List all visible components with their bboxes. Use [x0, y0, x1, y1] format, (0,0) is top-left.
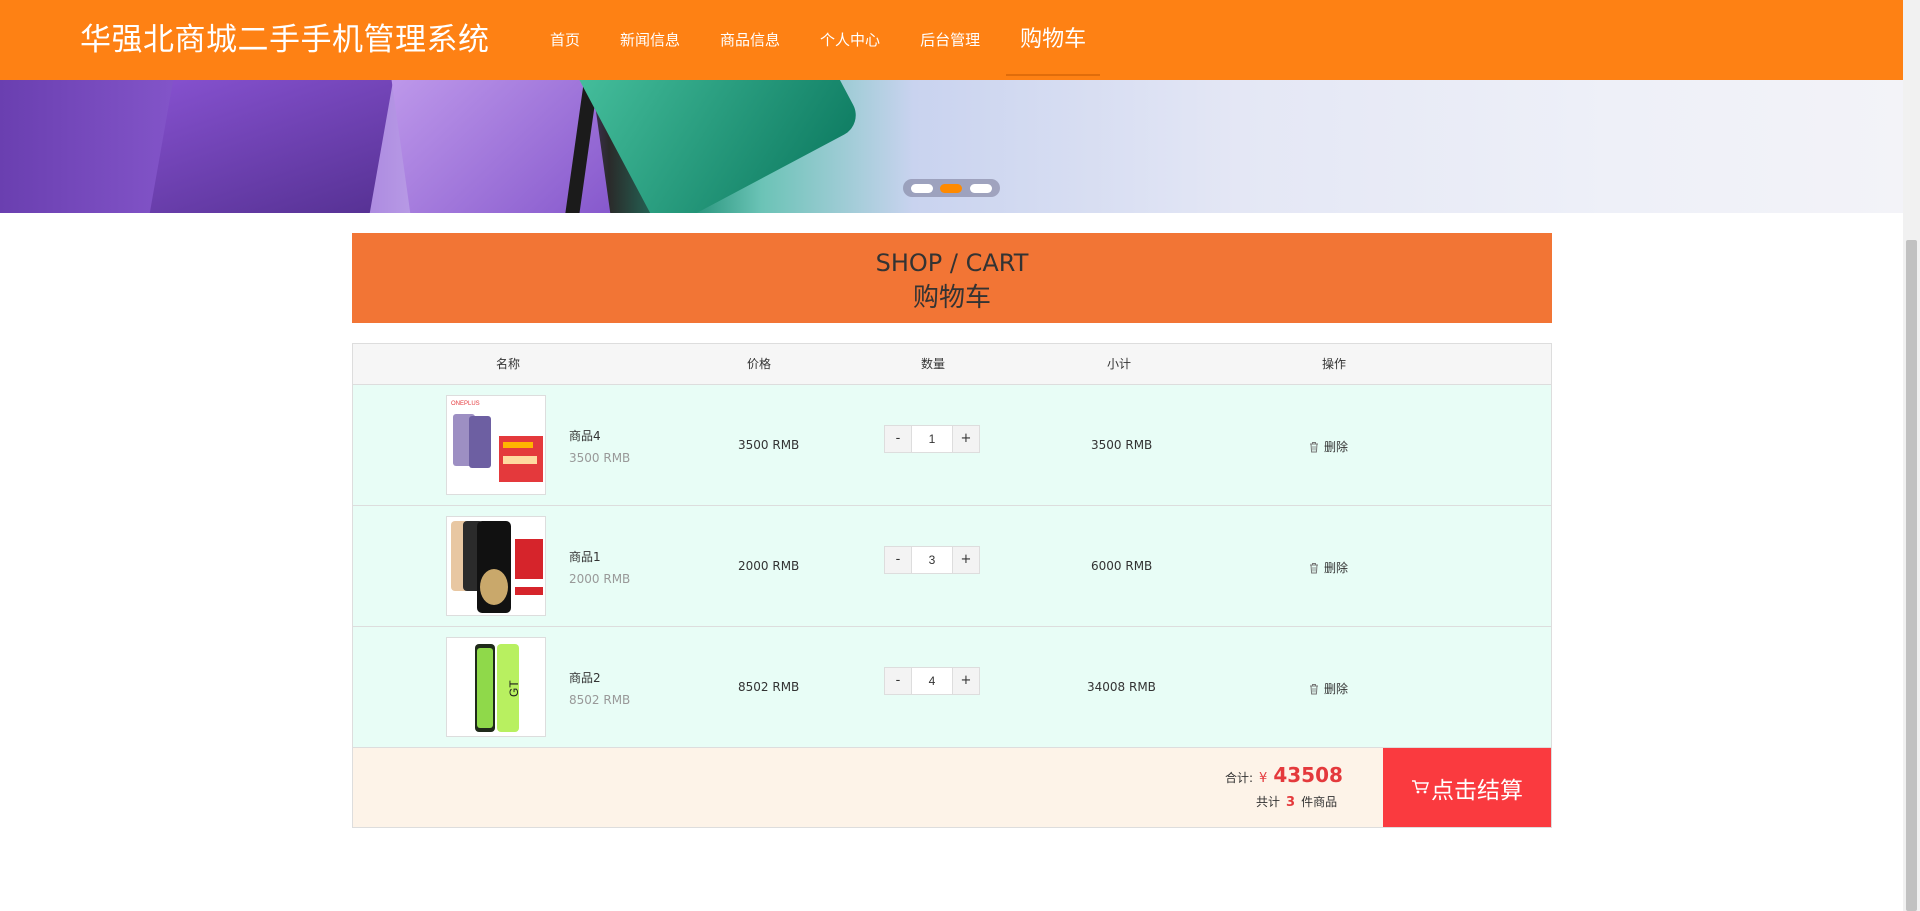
quantity-stepper: - + — [884, 667, 980, 695]
count-suffix: 件商品 — [1301, 795, 1338, 809]
nav-item-profile[interactable]: 个人中心 — [800, 0, 900, 80]
cart-summary: 合计: ¥ 43508 共计 3 件商品 点击结算 — [353, 748, 1551, 827]
increase-quantity-button[interactable]: + — [952, 425, 980, 453]
increase-quantity-button[interactable]: + — [952, 667, 980, 695]
quantity-input[interactable] — [912, 425, 952, 453]
product-unit-price: 3500 RMB — [569, 451, 631, 465]
checkout-button[interactable]: 点击结算 — [1383, 748, 1551, 827]
delete-button[interactable]: 删除 — [1308, 680, 1348, 697]
product-price: 3500 RMB — [738, 438, 800, 452]
table-row: GT 商品2 8502 RMB 8502 RMB - + 34008 RMB 删… — [353, 627, 1551, 748]
nav-item-news[interactable]: 新闻信息 — [600, 0, 700, 80]
nav-item-cart[interactable]: 购物车 — [1000, 0, 1106, 80]
delete-label: 删除 — [1324, 561, 1349, 575]
decrease-quantity-button[interactable]: - — [884, 425, 912, 453]
vertical-scrollbar[interactable] — [1903, 0, 1920, 911]
quantity-stepper: - + — [884, 425, 980, 453]
carousel-indicators — [903, 179, 1000, 197]
quantity-input[interactable] — [912, 667, 952, 695]
page-heading: SHOP / CART 购物车 — [352, 233, 1552, 323]
product-subtotal: 34008 RMB — [1087, 680, 1156, 694]
increase-quantity-button[interactable]: + — [952, 546, 980, 574]
site-title: 华强北商城二手手机管理系统 — [80, 22, 490, 58]
product-name[interactable]: 商品1 — [569, 548, 601, 565]
carousel-dot-1[interactable] — [910, 183, 933, 193]
nav-item-home[interactable]: 首页 — [530, 0, 600, 80]
product-subtotal: 6000 RMB — [1091, 559, 1153, 573]
banner-phone-graphic — [566, 80, 864, 213]
column-header-quantity: 数量 — [921, 357, 946, 371]
page-heading-cn: 购物车 — [912, 283, 991, 313]
product-subtotal: 3500 RMB — [1091, 438, 1153, 452]
column-header-action: 操作 — [1322, 357, 1347, 371]
product-name[interactable]: 商品2 — [569, 669, 601, 686]
product-unit-price: 2000 RMB — [569, 572, 631, 586]
product-price: 2000 RMB — [738, 559, 800, 573]
realme-gt-phone-image[interactable]: GT — [446, 637, 546, 737]
delete-button[interactable]: 删除 — [1308, 559, 1348, 576]
table-row: ONEPLUS 商品4 3500 RMB 3500 RMB - + 3500 R… — [353, 385, 1551, 506]
oneplus-phone-image[interactable]: ONEPLUS — [446, 395, 546, 495]
carousel-dot-2[interactable] — [940, 183, 963, 193]
quantity-stepper: - + — [884, 546, 980, 574]
banner-phone-graphic — [139, 80, 401, 213]
checkout-label: 点击结算 — [1431, 777, 1523, 804]
delete-label: 删除 — [1324, 440, 1349, 454]
table-row: 商品1 2000 RMB 2000 RMB - + 6000 RMB 删除 — [353, 506, 1551, 627]
top-navbar: 华强北商城二手手机管理系统 首页 新闻信息 商品信息 个人中心 后台管理 购物车 — [0, 0, 1903, 80]
trash-icon — [1308, 562, 1320, 574]
product-unit-price: 8502 RMB — [569, 693, 631, 707]
trash-icon — [1308, 683, 1320, 695]
total-label: 合计: — [1225, 771, 1254, 785]
item-count-line: 共计 3 件商品 — [1256, 793, 1337, 810]
iphone-xs-max-image[interactable] — [446, 516, 546, 616]
nav-item-products[interactable]: 商品信息 — [700, 0, 800, 80]
currency-symbol: ¥ — [1259, 771, 1268, 786]
cart-table: 名称 价格 数量 小计 操作 ONEPLUS 商品4 3500 RMB 3500… — [352, 343, 1552, 828]
product-price: 8502 RMB — [738, 680, 800, 694]
svg-text:GT: GT — [507, 680, 521, 697]
count-prefix: 共计 — [1256, 795, 1281, 809]
nav-item-admin[interactable]: 后台管理 — [900, 0, 1000, 80]
column-header-name: 名称 — [496, 357, 521, 371]
column-header-price: 价格 — [747, 357, 772, 371]
cart-icon — [1411, 775, 1429, 801]
decrease-quantity-button[interactable]: - — [884, 667, 912, 695]
trash-icon — [1308, 441, 1320, 453]
product-name[interactable]: 商品4 — [569, 427, 601, 444]
table-header: 名称 价格 数量 小计 操作 — [353, 344, 1551, 385]
quantity-input[interactable] — [912, 546, 952, 574]
decrease-quantity-button[interactable]: - — [884, 546, 912, 574]
svg-text:ONEPLUS: ONEPLUS — [451, 401, 480, 407]
column-header-subtotal: 小计 — [1107, 357, 1132, 371]
delete-label: 删除 — [1324, 682, 1349, 696]
scrollbar-thumb[interactable] — [1906, 240, 1917, 911]
page-heading-en: SHOP / CART — [875, 249, 1029, 277]
main-nav: 首页 新闻信息 商品信息 个人中心 后台管理 购物车 — [530, 0, 1106, 80]
carousel-dot-3[interactable] — [970, 183, 993, 193]
total-line: 合计: ¥ 43508 — [1225, 763, 1343, 787]
delete-button[interactable]: 删除 — [1308, 438, 1348, 455]
item-count: 3 — [1286, 795, 1296, 810]
total-amount: 43508 — [1273, 763, 1343, 787]
